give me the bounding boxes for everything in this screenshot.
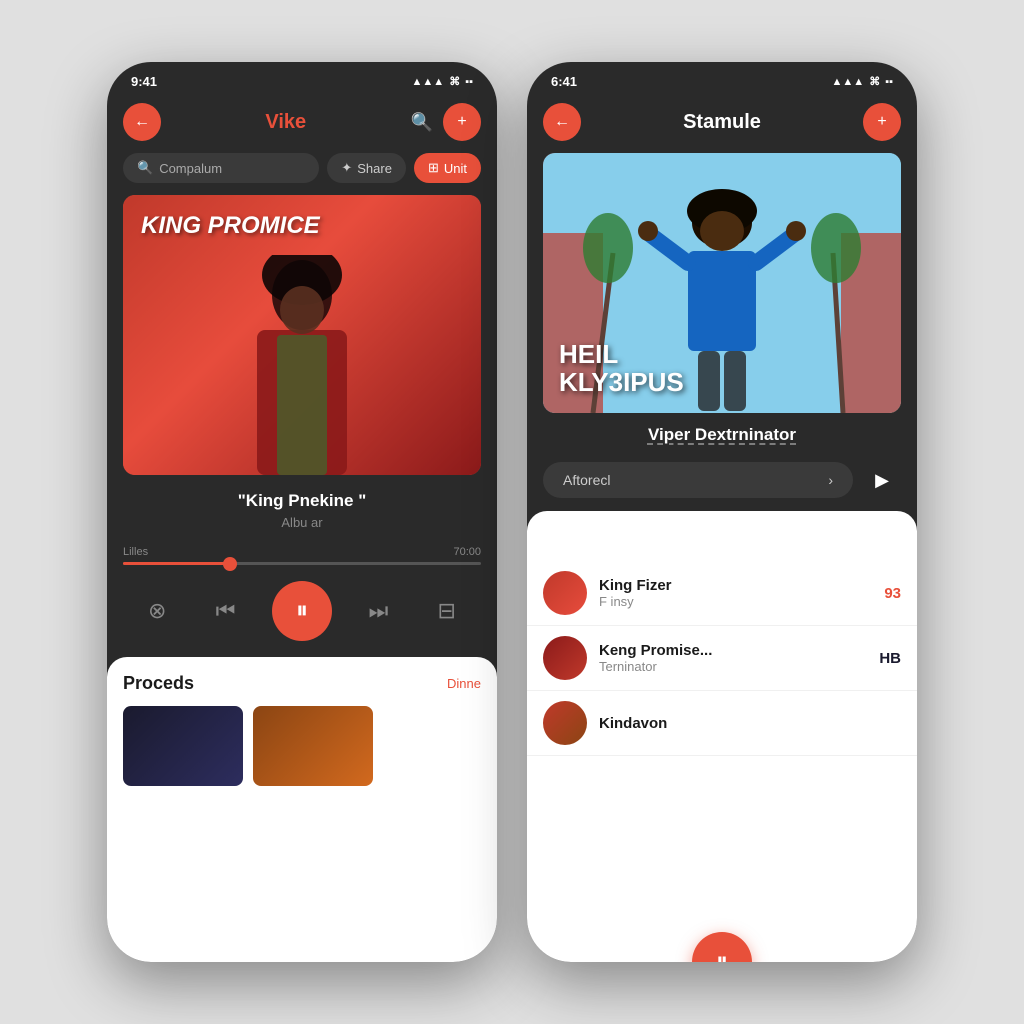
thumbnail-1[interactable] <box>123 706 243 786</box>
playback-controls: ⊗ ⏮ ⏸ ⏭ ⊟ <box>107 573 497 657</box>
unit-icon: ⊞ <box>428 160 439 176</box>
bottom-panel-link[interactable]: Dinne <box>447 676 481 691</box>
unit-button[interactable]: ⊞ Unit <box>414 153 481 183</box>
search-icon-1[interactable]: 🔍 <box>411 112 433 133</box>
album-art2-title: HEIL KLY3IPUS <box>559 340 885 397</box>
album-title-line1: HEIL <box>559 340 885 369</box>
wifi-icon-2: ⌘ <box>869 75 880 88</box>
back-button-1[interactable]: ← <box>123 103 161 141</box>
list-item-3[interactable]: Kindavon <box>527 691 917 756</box>
avatar-1 <box>543 571 587 615</box>
share-button[interactable]: ✦ Share <box>327 153 406 183</box>
share-label: Share <box>357 161 392 176</box>
pause-btn-floating[interactable]: ⏸ <box>692 932 752 962</box>
status-icons-2: ▲▲▲ ⌘ ▪▪ <box>832 75 893 88</box>
list-panel: ⏸ King Fizer F insy 93 Keng Promise... <box>527 511 917 962</box>
list-sub-2: Terninator <box>599 659 867 674</box>
app-title-1: Vike <box>265 111 306 134</box>
bottom-panel: Proceds Dinne <box>107 657 497 962</box>
play-button-2[interactable]: ▶ <box>863 461 901 499</box>
progress-track[interactable] <box>123 562 481 565</box>
pause-button[interactable]: ⏸ <box>272 581 332 641</box>
header-actions-1: 🔍 + <box>411 103 481 141</box>
app-title-2: Stamule <box>683 111 761 134</box>
search-input[interactable]: 🔍 Compalum <box>123 153 319 183</box>
status-icons-1: ▲▲▲ ⌘ ▪▪ <box>412 75 473 88</box>
menu-button[interactable]: ⊟ <box>425 589 469 633</box>
thumbnails-row <box>123 706 481 786</box>
avatar-img-3 <box>543 701 587 745</box>
add-button-1[interactable]: + <box>443 103 481 141</box>
progress-start: Lilles <box>123 546 148 558</box>
list-info-2: Keng Promise... Terninator <box>599 642 867 674</box>
album-art-title: KING PROMICE <box>141 213 320 239</box>
album-art-bg: KING PROMICE <box>123 195 481 475</box>
avatar-3 <box>543 701 587 745</box>
wifi-icon: ⌘ <box>449 75 460 88</box>
action-pill-label: Aftorecl <box>563 472 610 488</box>
action-pill[interactable]: Aftorecl › <box>543 462 853 498</box>
progress-bar-row: Lilles 70:00 <box>107 538 497 573</box>
avatar-img-2 <box>543 636 587 680</box>
track-name: "King Pnekine " <box>123 491 481 511</box>
status-bar-2: 6:41 ▲▲▲ ⌘ ▪▪ <box>527 62 917 95</box>
status-bar-1: 9:41 ▲▲▲ ⌘ ▪▪ <box>107 62 497 95</box>
avatar-img-1 <box>543 571 587 615</box>
album-title-line2: KLY3IPUS <box>559 368 885 397</box>
list-item-1[interactable]: King Fizer F insy 93 <box>527 561 917 626</box>
header-2: ← Stamule + <box>527 95 917 153</box>
battery-icon-2: ▪▪ <box>885 76 893 88</box>
track-album: Albu ar <box>123 515 481 530</box>
battery-icon: ▪▪ <box>465 76 473 88</box>
artist-name: Viper Dextrninator <box>648 425 796 444</box>
close-button[interactable]: ⊗ <box>135 589 179 633</box>
bottom-panel-header: Proceds Dinne <box>123 673 481 694</box>
progress-end: 70:00 <box>453 546 481 558</box>
unit-label: Unit <box>444 161 467 176</box>
time-1: 9:41 <box>131 74 157 89</box>
header-1: ← Vike 🔍 + <box>107 95 497 153</box>
album-art-1: KING PROMICE <box>123 195 481 475</box>
add-button-2[interactable]: + <box>863 103 901 141</box>
share-icon: ✦ <box>341 160 352 176</box>
action-row: Aftorecl › ▶ <box>527 453 917 511</box>
screenshot-container: 9:41 ▲▲▲ ⌘ ▪▪ ← Vike 🔍 + 🔍 Compalum ✦ <box>0 0 1024 1024</box>
time-2: 6:41 <box>551 74 577 89</box>
signal-icon: ▲▲▲ <box>412 76 445 88</box>
progress-labels: Lilles 70:00 <box>123 546 481 558</box>
list-sub-1: F insy <box>599 594 872 609</box>
artist-info: Viper Dextrninator <box>527 413 917 453</box>
next-button[interactable]: ⏭ <box>356 589 400 633</box>
list-info-3: Kindavon <box>599 715 889 732</box>
list-title-2: Keng Promise... <box>599 642 867 659</box>
list-badge-2: HB <box>879 650 901 667</box>
search-placeholder: Compalum <box>159 161 222 176</box>
list-title-1: King Fizer <box>599 577 872 594</box>
album-art-2: HEIL KLY3IPUS <box>543 153 901 413</box>
action-pill-arrow: › <box>828 472 833 488</box>
avatar-2 <box>543 636 587 680</box>
list-title-3: Kindavon <box>599 715 889 732</box>
previous-button[interactable]: ⏮ <box>204 589 248 633</box>
phone-1: 9:41 ▲▲▲ ⌘ ▪▪ ← Vike 🔍 + 🔍 Compalum ✦ <box>107 62 497 962</box>
list-item-2[interactable]: Keng Promise... Terninator HB <box>527 626 917 691</box>
thumbnail-2[interactable] <box>253 706 373 786</box>
person-figure <box>222 255 382 475</box>
album-art2-bg: HEIL KLY3IPUS <box>543 153 901 413</box>
list-info-1: King Fizer F insy <box>599 577 872 609</box>
signal-icon-2: ▲▲▲ <box>832 76 865 88</box>
track-info: "King Pnekine " Albu ar <box>107 475 497 538</box>
list-badge-1: 93 <box>884 585 901 602</box>
progress-thumb[interactable] <box>223 557 237 571</box>
search-icon-sm: 🔍 <box>137 160 153 176</box>
progress-fill <box>123 562 230 565</box>
phone-2: 6:41 ▲▲▲ ⌘ ▪▪ ← Stamule + <box>527 62 917 962</box>
toolbar-row: 🔍 Compalum ✦ Share ⊞ Unit <box>107 153 497 195</box>
back-button-2[interactable]: ← <box>543 103 581 141</box>
bottom-panel-title: Proceds <box>123 673 194 694</box>
